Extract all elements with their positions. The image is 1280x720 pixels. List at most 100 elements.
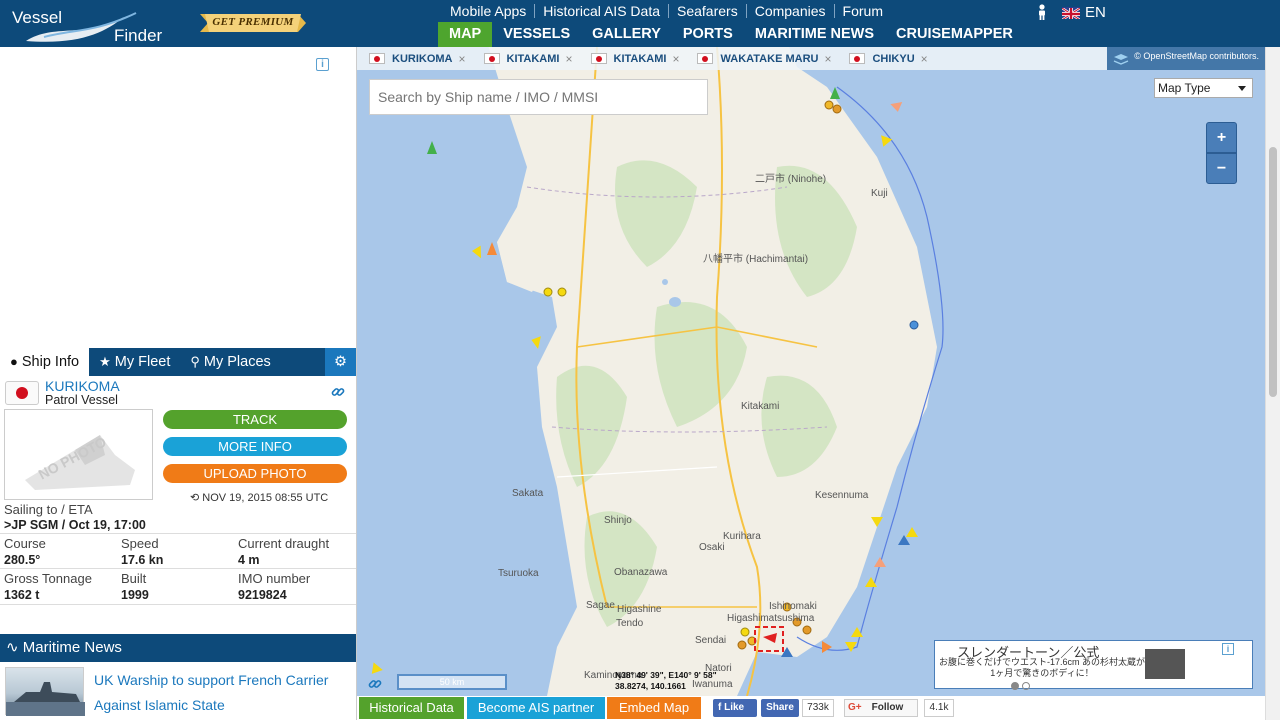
zoom-out-button[interactable]: −: [1206, 153, 1237, 184]
logo-text-bottom: Finder: [114, 26, 163, 45]
stat-speed: Speed 17.6 kn: [121, 536, 163, 567]
layers-icon[interactable]: [1113, 53, 1129, 65]
ship-search-input[interactable]: [369, 79, 708, 115]
ship-name-link[interactable]: KURIKOMA: [45, 378, 120, 394]
link-mobile-apps[interactable]: Mobile Apps: [442, 4, 536, 18]
close-icon[interactable]: ×: [824, 52, 831, 66]
tab-my-places[interactable]: ⚲ My Places: [180, 348, 280, 376]
nav-cruisemapper[interactable]: CRUISEMAPPER: [885, 22, 1024, 47]
tab-my-fleet[interactable]: ★ My Fleet: [89, 348, 180, 376]
news-thumbnail[interactable]: [5, 667, 85, 716]
coords-dms: N38° 49' 39", E140° 9' 58": [615, 670, 717, 680]
warship-image: [6, 682, 85, 716]
link-historical-ais[interactable]: Historical AIS Data: [535, 4, 669, 18]
japan-flag-icon: [849, 53, 866, 64]
historical-data-button[interactable]: Historical Data: [359, 697, 464, 719]
coords-decimal: 38.8274, 140.1661: [615, 681, 686, 691]
japan-flag-icon: [369, 53, 385, 64]
nav-map[interactable]: MAP: [438, 22, 493, 47]
ship-tab-label: CHIKYU: [872, 52, 915, 65]
ad-pager-dot[interactable]: [1022, 682, 1030, 690]
map-advertisement[interactable]: スレンダートーン／公式 お腹に巻くだけでウエスト-17.6cm あの杉村太蔵が1…: [934, 640, 1253, 690]
map-scale: 50 km: [397, 674, 507, 690]
map-base-layer: [371, 47, 944, 696]
ship-tab-label: WAKATAKE MARU: [720, 52, 819, 65]
ship-tab-label: KURIKOMA: [392, 52, 453, 65]
upload-photo-button[interactable]: UPLOAD PHOTO: [163, 464, 347, 483]
embed-map-button[interactable]: Embed Map: [607, 697, 701, 719]
osm-credit[interactable]: © OpenStreetMap contributors.: [1134, 51, 1259, 61]
link-icon[interactable]: [368, 677, 382, 691]
ad-info-icon[interactable]: i: [316, 58, 329, 71]
map-canvas[interactable]: 二戸市 (Ninohe) Kuji 八幡平市 (Hachimantai) Kit…: [357, 47, 1265, 696]
get-premium-button[interactable]: GET PREMIUM: [200, 11, 306, 35]
place-label: Osaki: [699, 542, 725, 553]
link-companies[interactable]: Companies: [747, 4, 835, 18]
place-label: Shinjo: [604, 515, 632, 526]
ship-tab[interactable]: CHIKYU ×: [837, 47, 933, 70]
main-nav: MAP VESSELS GALLERY PORTS MARITIME NEWS …: [438, 22, 1024, 47]
ad-image: [1145, 649, 1185, 679]
divider: [0, 568, 356, 569]
ship-tab[interactable]: WAKATAKE MARU ×: [685, 47, 837, 70]
nav-ports[interactable]: PORTS: [672, 22, 744, 47]
link-icon[interactable]: [331, 385, 345, 399]
map-type-select[interactable]: Map Type: [1154, 78, 1253, 98]
ship-tab[interactable]: KITAKAMI ×: [472, 47, 579, 70]
become-ais-partner-button[interactable]: Become AIS partner: [467, 697, 605, 719]
place-label: Sagae: [586, 600, 615, 611]
logo-text-top: Vessel: [12, 8, 63, 27]
eta-label: Sailing to / ETA: [4, 502, 93, 517]
link-forum[interactable]: Forum: [835, 4, 891, 18]
stat-label: Gross Tonnage: [4, 571, 92, 586]
eta-value: >JP SGM / Oct 19, 17:00: [4, 518, 146, 532]
user-icon[interactable]: [1036, 4, 1048, 20]
stat-built: Built 1999: [121, 571, 149, 602]
stat-label: Built: [121, 571, 147, 586]
tab-ship-info[interactable]: ● Ship Info: [0, 348, 90, 376]
close-icon[interactable]: ×: [565, 52, 572, 66]
nav-gallery[interactable]: GALLERY: [581, 22, 672, 47]
ad-info-icon[interactable]: i: [1222, 643, 1234, 655]
site-header: Vessel Finder GET PREMIUM Mobile Apps Hi…: [0, 0, 1280, 47]
no-photo-placeholder: NO PHOTO: [4, 409, 153, 500]
vesselfinder-logo[interactable]: Vessel Finder: [8, 3, 168, 45]
ship-tab[interactable]: KURIKOMA ×: [357, 47, 472, 70]
close-icon[interactable]: ×: [672, 52, 679, 66]
ship-type: Patrol Vessel: [45, 393, 118, 407]
map-marker-icon: ⚲: [190, 354, 200, 369]
ad-pager-dot[interactable]: [1011, 682, 1019, 690]
close-icon[interactable]: ×: [921, 52, 928, 66]
facebook-share-button[interactable]: Share: [761, 699, 799, 717]
info-circle-icon: ●: [10, 354, 18, 369]
track-button[interactable]: TRACK: [163, 410, 347, 429]
ship-tab-label: KITAKAMI: [506, 52, 560, 65]
place-label: 二戸市 (Ninohe): [755, 174, 827, 185]
tab-my-fleet-label: My Fleet: [114, 354, 171, 370]
top-links: Mobile Apps Historical AIS Data Seafarer…: [442, 3, 891, 19]
link-seafarers[interactable]: Seafarers: [669, 4, 747, 18]
settings-gear-button[interactable]: ⚙: [325, 348, 356, 376]
facebook-like-button[interactable]: f Like: [713, 699, 757, 717]
stat-label: Current draught: [238, 536, 330, 551]
divider: [0, 604, 356, 605]
stat-label: Speed: [121, 536, 159, 551]
zoom-in-button[interactable]: +: [1206, 122, 1237, 153]
google-plus-follow-button[interactable]: G+ Follow: [844, 699, 918, 717]
page-scrollbar[interactable]: [1265, 47, 1280, 720]
map-type-label: Map Type: [1158, 81, 1211, 95]
nav-maritime-news[interactable]: MARITIME NEWS: [744, 22, 885, 47]
google-plus-icon: G+: [848, 702, 862, 713]
more-info-button[interactable]: MORE INFO: [163, 437, 347, 456]
nav-vessels[interactable]: VESSELS: [492, 22, 581, 47]
osm-credit-box: © OpenStreetMap contributors.: [1107, 47, 1265, 70]
ad-pager: [1011, 678, 1033, 693]
scrollbar-thumb[interactable]: [1269, 147, 1277, 397]
stat-value: 1362 t: [4, 588, 40, 602]
language-selector[interactable]: EN: [1062, 4, 1106, 21]
ship-tab[interactable]: KITAKAMI ×: [579, 47, 686, 70]
close-icon[interactable]: ×: [459, 52, 466, 66]
place-label: 八幡平市 (Hachimantai): [703, 254, 809, 265]
divider: [0, 533, 356, 534]
news-article-link[interactable]: UK Warship to support French Carrier Aga…: [94, 668, 349, 718]
